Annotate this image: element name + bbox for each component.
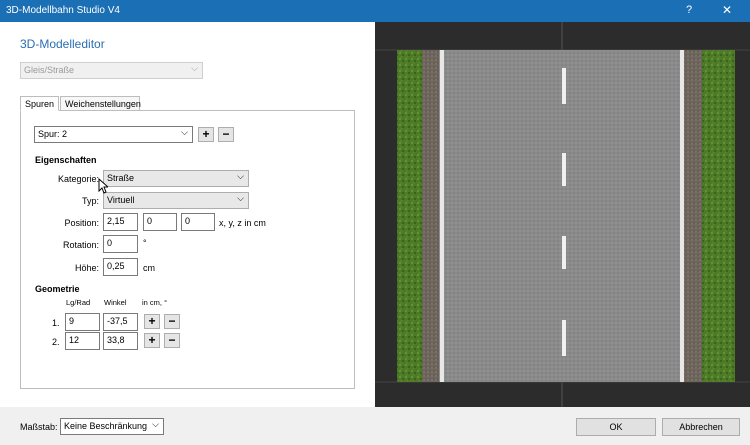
spur-select[interactable]: Spur: 2 ⌵ <box>34 126 193 143</box>
model-preview-viewport[interactable] <box>375 22 750 407</box>
title-bar: 3D-Modellbahn Studio V4 ? ✕ <box>0 0 750 22</box>
tab-weichenstellungen[interactable]: Weichenstellungen <box>60 96 141 111</box>
position-z-input[interactable]: 0 <box>181 213 215 231</box>
ok-button[interactable]: OK <box>576 418 656 436</box>
position-x-input[interactable]: 2,15 <box>103 213 138 231</box>
window-title: 3D-Modellbahn Studio V4 <box>6 5 120 16</box>
rotation-input[interactable]: 0 <box>103 235 138 253</box>
chevron-down-icon: ⌵ <box>191 63 198 73</box>
add-spur-button[interactable]: + <box>198 127 214 142</box>
chevron-down-icon: ⌵ <box>181 127 188 137</box>
lg-rad-input[interactable]: 12 <box>65 332 100 350</box>
geometry-header: Geometrie <box>35 284 80 294</box>
remove-segment-button[interactable]: − <box>164 314 180 329</box>
position-y-input[interactable]: 0 <box>143 213 177 231</box>
remove-spur-button[interactable]: − <box>218 127 234 142</box>
chevron-down-icon: ⌵ <box>152 419 159 429</box>
row-number: 2. <box>52 337 60 347</box>
lg-rad-input[interactable]: 9 <box>65 313 100 331</box>
tab-spuren[interactable]: Spuren <box>20 96 59 111</box>
kategorie-select[interactable]: Straße ⌵ <box>103 170 249 187</box>
road-preview <box>375 22 750 407</box>
chevron-down-icon: ⌵ <box>237 193 244 203</box>
winkel-input[interactable]: 33,8 <box>103 332 138 350</box>
col-lg-rad: Lg/Rad <box>66 298 91 307</box>
tab-label: Weichenstellungen <box>65 99 141 109</box>
typ-label: Typ: <box>81 196 99 206</box>
remove-segment-button[interactable]: − <box>164 333 180 348</box>
typ-value: Virtuell <box>107 195 135 205</box>
rotation-unit: ° <box>143 238 147 248</box>
add-segment-button[interactable]: + <box>144 314 160 329</box>
hoehe-unit: cm <box>143 263 155 273</box>
mouse-pointer-icon <box>98 178 108 194</box>
properties-header: Eigenschaften <box>35 155 97 165</box>
hoehe-label: Höhe: <box>74 263 99 273</box>
massstab-select[interactable]: Keine Beschränkung ⌵ <box>60 418 164 435</box>
cancel-button[interactable]: Abbrechen <box>662 418 740 436</box>
close-button[interactable]: ✕ <box>722 3 732 17</box>
massstab-value: Keine Beschränkung <box>64 421 148 431</box>
position-unit: x, y, z in cm <box>219 218 266 228</box>
help-button[interactable]: ? <box>686 4 692 16</box>
row-number: 1. <box>52 318 60 328</box>
kategorie-value: Straße <box>107 173 135 183</box>
massstab-label: Maßstab: <box>20 422 58 432</box>
col-winkel: Winkel <box>104 298 127 307</box>
model-type-value: Gleis/Straße <box>24 65 75 75</box>
add-segment-button[interactable]: + <box>144 333 160 348</box>
chevron-down-icon: ⌵ <box>237 171 244 181</box>
rotation-label: Rotation: <box>62 240 99 250</box>
kategorie-label: Kategorie: <box>57 174 99 184</box>
spur-value: Spur: 2 <box>38 129 68 139</box>
winkel-input[interactable]: -37,5 <box>103 313 138 331</box>
page-title: 3D-Modelleditor <box>20 37 105 51</box>
col-unit: in cm, ° <box>142 298 168 307</box>
typ-select[interactable]: Virtuell ⌵ <box>103 192 249 209</box>
hoehe-input[interactable]: 0,25 <box>103 258 138 276</box>
position-label: Position: <box>64 218 99 228</box>
tab-label: Spuren <box>25 99 55 109</box>
model-type-select: Gleis/Straße ⌵ <box>20 62 203 79</box>
